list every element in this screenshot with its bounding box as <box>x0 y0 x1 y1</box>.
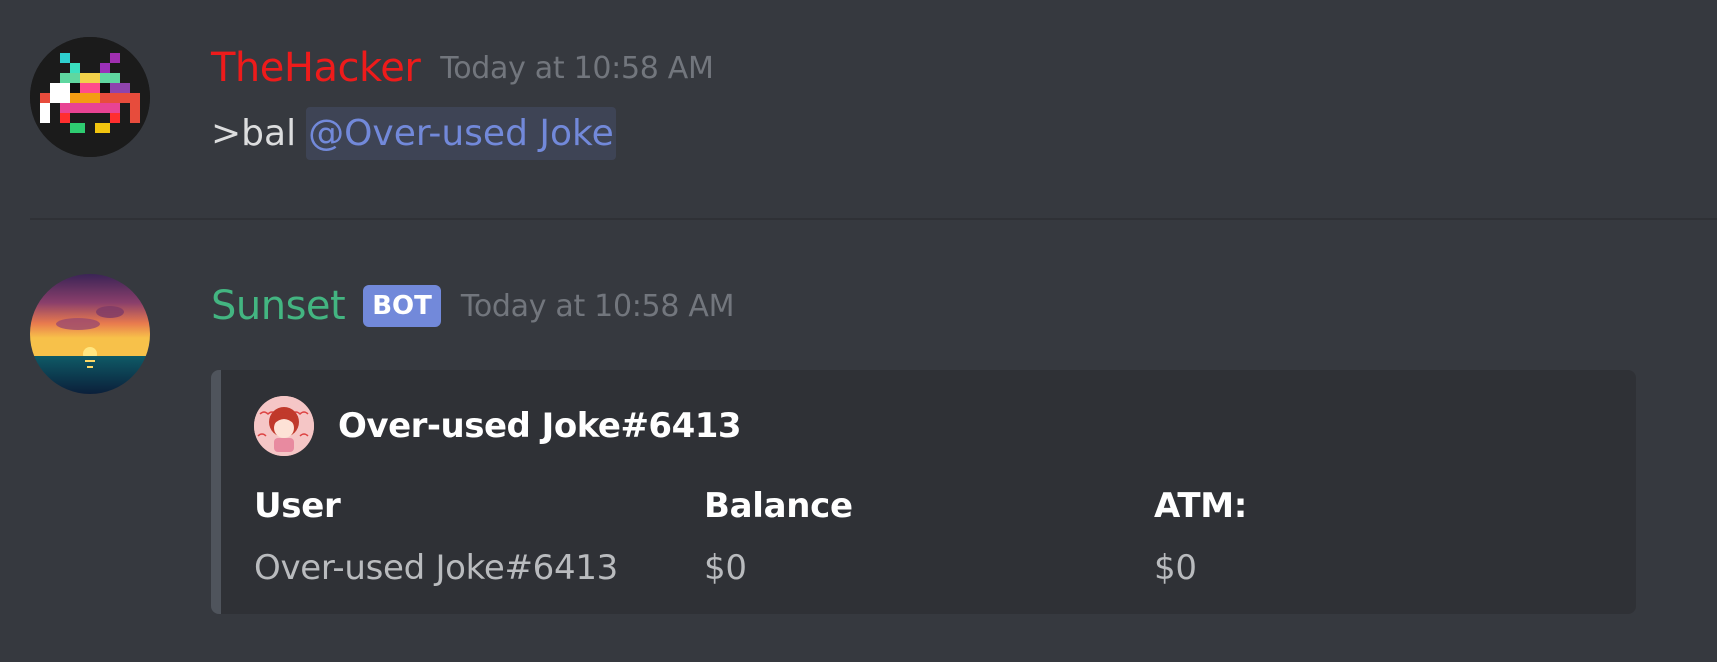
field-name: User <box>254 486 341 526</box>
field-name: Balance <box>704 486 853 526</box>
field-value: $0 <box>1154 548 1197 588</box>
embed-field-balance: Balance $0 <box>704 482 1154 598</box>
embed-field-atm: ATM: $0 <box>1154 482 1604 598</box>
anime-avatar-icon <box>254 396 314 456</box>
embed-author-name: Over-used Joke#6413 <box>338 406 742 446</box>
anime-avatar-graphic <box>254 396 314 456</box>
field-value: Over-used Joke#6413 <box>254 548 618 588</box>
space-invader-graphic <box>30 37 150 157</box>
message-text: >bal <box>211 112 297 154</box>
sunset-graphic <box>30 274 150 394</box>
bot-tag: BOT <box>363 285 441 327</box>
timestamp: Today at 10:58 AM <box>440 50 714 86</box>
field-value: $0 <box>704 548 747 588</box>
username[interactable]: Sunset <box>211 283 346 329</box>
message-content: >bal @Over-used Joke <box>211 103 616 163</box>
field-name: ATM: <box>1154 486 1248 526</box>
embed-author: Over-used Joke#6413 <box>254 396 742 456</box>
embed-field-user: User Over-used Joke#6413 <box>254 482 704 598</box>
message-header: Sunset BOT Today at 10:58 AM <box>211 274 734 338</box>
message-header: TheHacker Today at 10:58 AM <box>211 40 714 96</box>
embed: Over-used Joke#6413 User Over-used Joke#… <box>211 370 1636 614</box>
user-mention[interactable]: @Over-used Joke <box>306 106 616 160</box>
chat-messages: TheHacker Today at 10:58 AM >bal @Over-u… <box>0 0 1717 662</box>
embed-fields: User Over-used Joke#6413 Balance $0 ATM:… <box>254 482 1604 598</box>
space-invader-icon[interactable] <box>30 37 150 157</box>
username[interactable]: TheHacker <box>211 45 421 91</box>
sunset-avatar-icon[interactable] <box>30 274 150 394</box>
message-sunset: Sunset BOT Today at 10:58 AM Over-used J… <box>0 220 1717 662</box>
timestamp: Today at 10:58 AM <box>460 288 735 324</box>
message-thehacker: TheHacker Today at 10:58 AM >bal @Over-u… <box>0 0 1717 200</box>
